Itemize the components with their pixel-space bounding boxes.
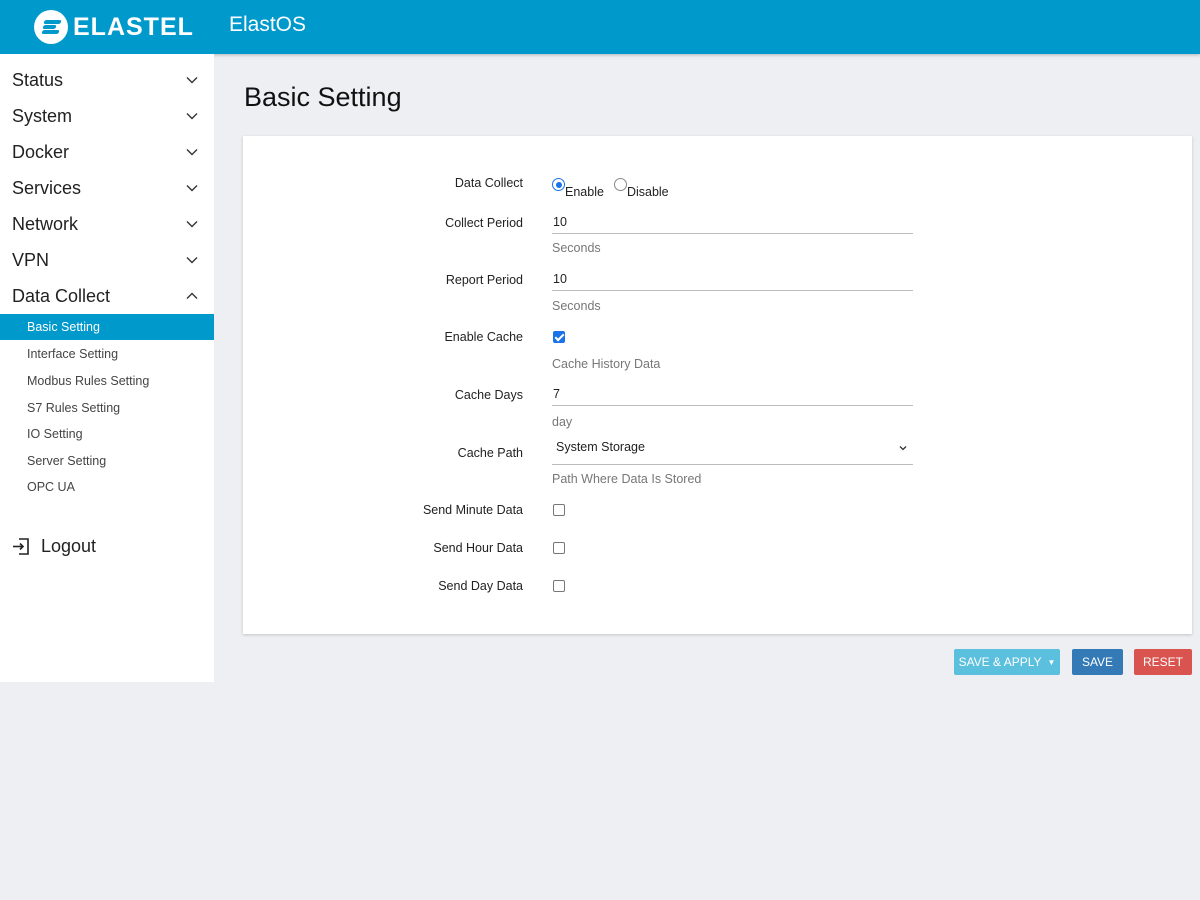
sidebar-item-label: Data Collect — [12, 285, 111, 306]
send-minute-data-checkbox[interactable] — [553, 504, 565, 516]
logout-icon — [13, 538, 29, 555]
chevron-down-icon — [186, 185, 198, 192]
chevron-down-icon — [186, 149, 198, 156]
data-collect-label: Data Collect — [454, 176, 523, 190]
data-collect-enable-radio[interactable] — [552, 178, 565, 191]
chevron-down-icon — [186, 257, 198, 264]
logout-label: Logout — [41, 536, 97, 556]
sidebar-subitem-opc-ua[interactable]: OPC UA — [0, 474, 214, 500]
chevron-down-icon — [186, 77, 198, 84]
cache-days-label: Cache Days — [454, 388, 523, 402]
app-title: ElastOS — [229, 13, 307, 36]
sidebar-subitem-basic-setting[interactable]: Basic Setting — [0, 314, 214, 340]
data-collect-disable-radio[interactable] — [613, 178, 627, 191]
collect-period-input[interactable] — [552, 210, 913, 234]
page-title: Basic Setting — [244, 82, 402, 112]
disable-radio-label[interactable]: Disable — [627, 185, 669, 199]
logo-text: ELASTEL — [73, 12, 194, 41]
sidebar-item-vpn[interactable]: VPN — [0, 242, 214, 278]
sidebar-item-status[interactable]: Status — [0, 62, 214, 98]
sidebar-item-network[interactable]: Network — [0, 206, 214, 242]
send-day-data-checkbox[interactable] — [553, 580, 565, 592]
cache-path-hint: Path Where Data Is Stored — [552, 472, 702, 486]
collect-period-label: Collect Period — [445, 216, 523, 230]
cache-path-value: System Storage — [556, 440, 645, 454]
cache-days-input[interactable] — [552, 382, 913, 406]
cache-path-select[interactable]: System Storage — [552, 436, 913, 465]
elastel-logo-icon — [34, 10, 68, 44]
reset-button[interactable]: RESET — [1134, 649, 1192, 675]
collect-period-hint: Seconds — [552, 241, 601, 255]
send-hour-data-checkbox[interactable] — [553, 542, 565, 554]
sidebar-item-system[interactable]: System — [0, 98, 214, 134]
sidebar-subitem-s7-rules-setting[interactable]: S7 Rules Setting — [0, 395, 214, 421]
top-header: ELASTEL ElastOS — [0, 0, 1200, 54]
sidebar-subitem-server-setting[interactable]: Server Setting — [0, 448, 214, 474]
save-apply-label: SAVE & APPLY — [958, 655, 1042, 669]
enable-cache-checkbox[interactable] — [553, 331, 565, 343]
chevron-down-icon — [899, 446, 907, 451]
logout-link[interactable]: Logout — [12, 536, 96, 557]
sidebar-subitem-interface-setting[interactable]: Interface Setting — [0, 341, 214, 367]
report-period-hint: Seconds — [552, 299, 601, 313]
chevron-down-icon — [186, 113, 198, 120]
chevron-up-icon — [186, 292, 198, 299]
enable-radio-label[interactable]: Enable — [565, 185, 604, 199]
sidebar-item-services[interactable]: Services — [0, 170, 214, 206]
save-apply-button[interactable]: SAVE & APPLY ▼ — [954, 649, 1060, 675]
chevron-down-icon — [186, 221, 198, 228]
send-hour-data-label: Send Hour Data — [433, 541, 523, 555]
cache-days-hint: day — [552, 415, 573, 429]
sidebar-item-docker[interactable]: Docker — [0, 134, 214, 170]
enable-cache-hint: Cache History Data — [552, 357, 661, 371]
report-period-input[interactable] — [552, 267, 913, 291]
sidebar-item-label: Docker — [12, 141, 70, 162]
sidebar-subitem-modbus-rules-setting[interactable]: Modbus Rules Setting — [0, 368, 214, 394]
sidebar-item-label: VPN — [12, 249, 50, 270]
report-period-label: Report Period — [445, 273, 523, 287]
sidebar-item-label: Network — [12, 213, 79, 234]
settings-card: Data Collect Enable Disable Collect Peri… — [243, 136, 1192, 634]
sidebar-item-label: Services — [12, 177, 82, 198]
sidebar-item-label: System — [12, 105, 73, 126]
cache-path-label: Cache Path — [457, 446, 523, 460]
save-button[interactable]: SAVE — [1072, 649, 1123, 675]
sidebar-item-data-collect[interactable]: Data Collect — [0, 278, 214, 314]
sidebar: Status System Docker Services Network VP… — [0, 54, 214, 682]
enable-cache-label: Enable Cache — [444, 330, 523, 344]
caret-down-icon: ▼ — [1047, 657, 1056, 667]
sidebar-subitem-io-setting[interactable]: IO Setting — [0, 421, 214, 447]
sidebar-item-label: Status — [12, 69, 64, 90]
send-day-data-label: Send Day Data — [438, 579, 523, 593]
data-collect-radio-group: Enable Disable — [552, 178, 679, 199]
send-minute-data-label: Send Minute Data — [422, 503, 523, 517]
elastel-logo[interactable]: ELASTEL — [34, 9, 194, 45]
